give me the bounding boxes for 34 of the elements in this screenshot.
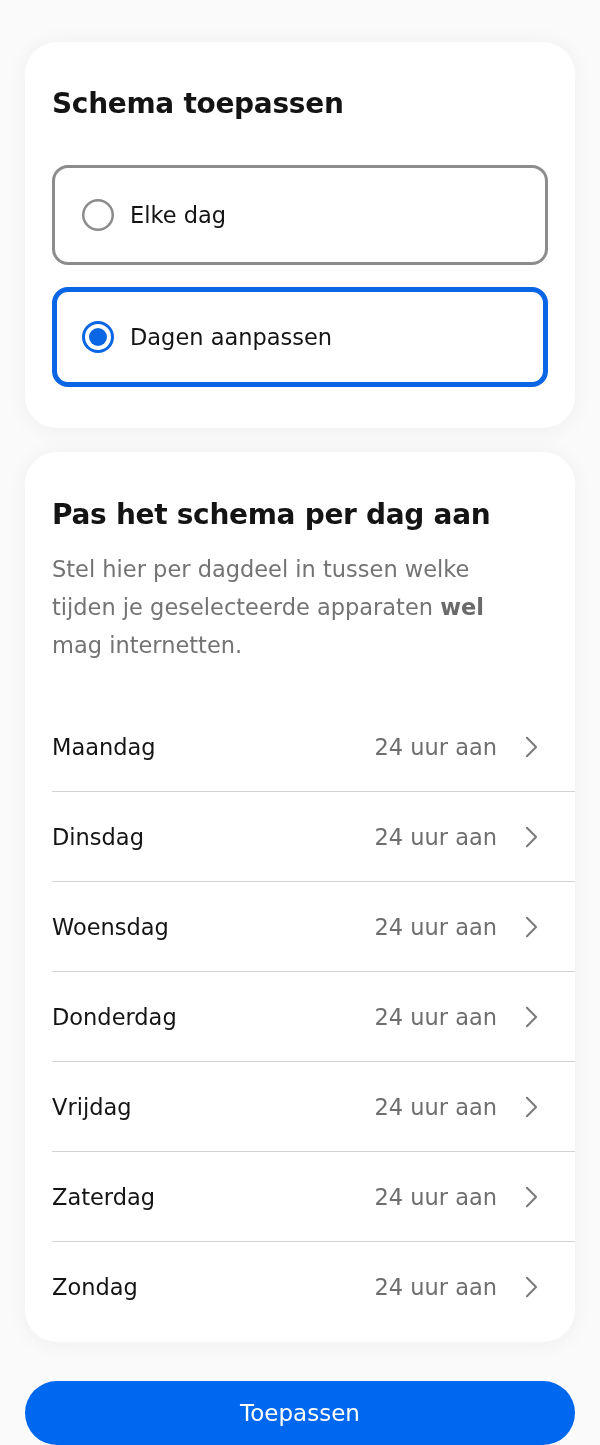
section-title: Pas het schema per dag aan — [52, 497, 492, 533]
radio-option[interactable]: Dagen aanpassen — [52, 287, 548, 387]
day-name: Donderdag — [52, 1002, 178, 1031]
schedule-status: 24 uur aan — [374, 822, 497, 851]
chevron-right-icon — [525, 825, 538, 848]
schedule-status: 24 uur aan — [374, 1182, 497, 1211]
day-name: Vrijdag — [52, 1092, 133, 1121]
day-name: Zaterdag — [52, 1182, 157, 1211]
day-name: Zondag — [52, 1272, 139, 1301]
description-text: Stel hier per dagdeel in tussen welke tijden je geselecteerde apparaten wel mag internetten. — [52, 555, 485, 660]
section-title: Schema toepassen — [52, 86, 345, 122]
day-list-item[interactable]: Donderdag 24 uur aan — [52, 972, 575, 1062]
schedule-status: 24 uur aan — [374, 1272, 497, 1301]
chevron-right-icon — [525, 1275, 538, 1298]
chevron-right-icon — [525, 1185, 538, 1208]
chevron-right-icon — [525, 915, 538, 938]
day-name: Dinsdag — [52, 822, 145, 851]
schedule-status: 24 uur aan — [374, 912, 497, 941]
day-list-item[interactable]: Zaterdag 24 uur aan — [52, 1152, 575, 1242]
day-list-item[interactable]: Vrijdag 24 uur aan — [52, 1062, 575, 1152]
chevron-right-icon — [525, 735, 538, 758]
day-name: Maandag — [52, 732, 157, 761]
day-list-item[interactable]: Zondag 24 uur aan — [52, 1242, 575, 1331]
schedule-status: 24 uur aan — [374, 1002, 497, 1031]
chevron-right-icon — [525, 1005, 538, 1028]
day-list-item[interactable]: Maandag 24 uur aan — [52, 702, 575, 792]
radio-option[interactable]: Elke dag — [52, 165, 548, 265]
schedule-status: 24 uur aan — [374, 732, 497, 761]
chevron-right-icon — [525, 1095, 538, 1118]
day-list-item[interactable]: Dinsdag 24 uur aan — [52, 792, 575, 882]
schedule-status: 24 uur aan — [374, 1092, 497, 1121]
day-list-item[interactable]: Woensdag 24 uur aan — [52, 882, 575, 972]
day-name: Woensdag — [52, 912, 170, 941]
apply-button[interactable]: Toepassen — [25, 1381, 575, 1445]
